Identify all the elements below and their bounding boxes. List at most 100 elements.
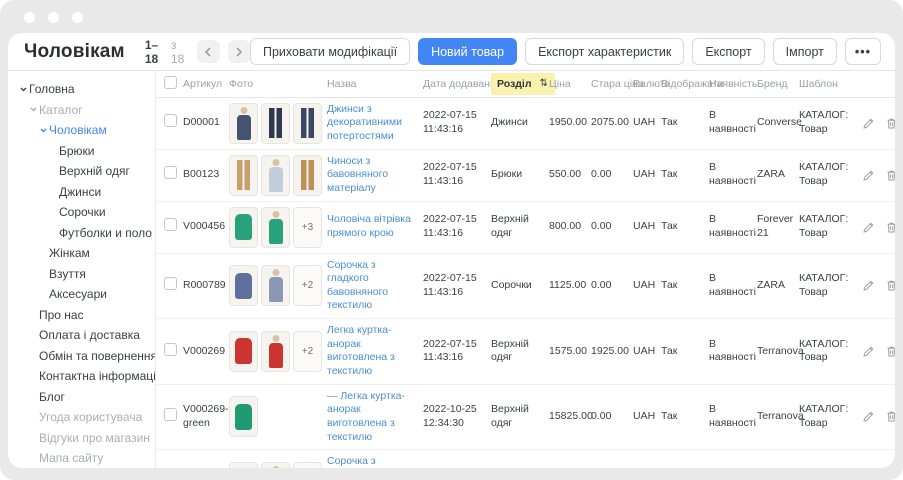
sidebar-item-17[interactable]: Відгуки про магазин xyxy=(8,428,155,449)
sidebar-item-15[interactable]: Блог xyxy=(8,387,155,408)
column-header[interactable]: Бренд xyxy=(754,71,796,97)
pagination-range: 1–18 xyxy=(145,38,167,66)
sidebar-item-8[interactable]: Жінкам xyxy=(8,243,155,264)
product-date: 2022-10-25 12:34:30 xyxy=(423,403,477,429)
column-header[interactable]: Валюта xyxy=(630,71,658,97)
delete-button[interactable] xyxy=(885,410,895,423)
sidebar-item-3[interactable]: Брюки xyxy=(8,141,155,162)
delete-trash-icon xyxy=(885,410,895,423)
product-currency: UAH xyxy=(633,168,655,180)
delete-button[interactable] xyxy=(885,169,895,182)
sidebar-item-label: Джинси xyxy=(59,185,101,199)
table-row: V000456 +3 Чоловіча вітрівка прямого кро… xyxy=(156,201,895,253)
delete-trash-icon xyxy=(885,221,895,234)
garment-shape xyxy=(235,404,252,430)
edit-button[interactable] xyxy=(862,169,875,182)
window-dot[interactable] xyxy=(48,12,59,23)
edit-button[interactable] xyxy=(862,221,875,234)
product-photos: +2 xyxy=(229,265,321,306)
sort-icon: ⇅ xyxy=(540,78,548,89)
edit-button[interactable] xyxy=(862,410,875,423)
product-photo xyxy=(229,265,258,306)
table-header-row: АртикулФотоНазваДата додаванняРозділ⇅Цін… xyxy=(156,71,895,97)
sidebar-item-9[interactable]: Взуття xyxy=(8,264,155,285)
product-name-link[interactable]: — Легка куртка-анорак виготовлена з текс… xyxy=(327,390,417,445)
export-characteristics-button[interactable]: Експорт характеристик xyxy=(525,38,684,65)
sidebar-item-label: Відгуки про магазин xyxy=(39,431,150,445)
delete-button[interactable] xyxy=(885,117,895,130)
delete-button[interactable] xyxy=(885,221,895,234)
delete-button[interactable] xyxy=(885,279,895,292)
sidebar-item-11[interactable]: Про нас xyxy=(8,305,155,326)
row-checkbox[interactable] xyxy=(164,114,177,127)
edit-button[interactable] xyxy=(862,345,875,358)
sidebar-item-label: Мапа сайту xyxy=(39,451,103,465)
column-header[interactable]: Фото xyxy=(226,71,324,97)
product-template: КАТАЛОГ: Товар xyxy=(799,161,848,187)
select-all-checkbox[interactable] xyxy=(164,76,177,89)
product-template: КАТАЛОГ: Товар xyxy=(799,403,848,429)
product-sku: V000269 xyxy=(183,345,225,357)
garment-shape xyxy=(235,214,252,240)
sidebar-item-0[interactable]: Головна xyxy=(8,79,155,100)
sidebar-item-18[interactable]: Мапа сайту xyxy=(8,448,155,468)
sidebar-item-7[interactable]: Футболки и поло xyxy=(8,223,155,244)
delete-trash-icon xyxy=(885,117,895,130)
sidebar-item-10[interactable]: Аксесуари xyxy=(8,284,155,305)
column-header[interactable]: Наявність xyxy=(706,71,754,97)
garment-shape xyxy=(269,167,283,192)
more-actions-button[interactable]: ••• xyxy=(845,38,881,65)
column-header[interactable]: Артикул xyxy=(180,71,226,97)
sidebar-item-4[interactable]: Верхній одяг xyxy=(8,161,155,182)
product-availability: В наявності xyxy=(709,213,756,239)
sorted-column-chip[interactable]: Розділ⇅ xyxy=(491,73,555,95)
sidebar-item-14[interactable]: Контактна інформація xyxy=(8,366,155,387)
sidebar-item-16[interactable]: Угода користувача xyxy=(8,407,155,428)
import-button[interactable]: Імпорт xyxy=(773,38,837,65)
product-name-link[interactable]: Сорочка з бавовняного матеріалу притален… xyxy=(327,455,417,468)
product-name-link[interactable]: Чиноси з бавовняного матеріалу xyxy=(327,155,417,196)
sidebar-item-1[interactable]: Каталог xyxy=(8,100,155,121)
edit-button[interactable] xyxy=(862,279,875,292)
sidebar-item-2[interactable]: Чоловікам xyxy=(8,120,155,141)
edit-pencil-icon xyxy=(862,169,875,182)
product-display: Так xyxy=(661,220,677,232)
sidebar-item-6[interactable]: Сорочки xyxy=(8,202,155,223)
row-checkbox[interactable] xyxy=(164,277,177,290)
new-product-button[interactable]: Новий товар xyxy=(418,38,517,65)
column-header[interactable]: Дата додавання xyxy=(420,71,488,97)
edit-button[interactable] xyxy=(862,117,875,130)
sidebar-item-12[interactable]: Оплата і доставка xyxy=(8,325,155,346)
sidebar-item-5[interactable]: Джинси xyxy=(8,182,155,203)
hide-modifications-button[interactable]: Приховати модифікації xyxy=(250,38,410,65)
more-photos-badge: +2 xyxy=(293,331,322,372)
product-name-link[interactable]: Джинси з декоративними потертостями xyxy=(327,103,417,144)
product-name-link[interactable]: Чоловіча вітрівка прямого крою xyxy=(327,213,417,240)
column-header[interactable]: Назва xyxy=(324,71,420,97)
delete-button[interactable] xyxy=(885,345,895,358)
row-checkbox[interactable] xyxy=(164,343,177,356)
pagination-prev-button[interactable] xyxy=(197,40,219,63)
product-name-link[interactable]: Легка куртка-анорак виготовлена з тексти… xyxy=(327,324,417,379)
column-header[interactable]: Розділ⇅ xyxy=(488,71,546,97)
product-old-price: 0.00 xyxy=(591,168,611,180)
sidebar-item-13[interactable]: Обмін та повернення xyxy=(8,346,155,367)
row-checkbox[interactable] xyxy=(164,166,177,179)
column-header[interactable]: Шаблон xyxy=(796,71,864,97)
row-checkbox[interactable] xyxy=(164,408,177,421)
garment-shape xyxy=(301,108,314,138)
window-dot[interactable] xyxy=(24,12,35,23)
pagination-next-button[interactable] xyxy=(228,40,250,63)
product-name-link[interactable]: Сорочка з гладкого бавовняного текстилю xyxy=(327,259,417,314)
sidebar-item-label: Жінкам xyxy=(49,246,90,260)
column-header[interactable]: Відображати xyxy=(658,71,706,97)
product-price: 15825.00 xyxy=(549,410,593,422)
column-header[interactable]: Стара ціна xyxy=(588,71,630,97)
export-button[interactable]: Експорт xyxy=(692,38,764,65)
product-date: 2022-07-15 11:43:16 xyxy=(423,272,477,298)
row-checkbox[interactable] xyxy=(164,218,177,231)
product-photo xyxy=(261,155,290,196)
garment-shape xyxy=(269,277,283,302)
window-dot[interactable] xyxy=(72,12,83,23)
table-row: V000269 +2 Легка куртка-анорак виготовле… xyxy=(156,319,895,385)
